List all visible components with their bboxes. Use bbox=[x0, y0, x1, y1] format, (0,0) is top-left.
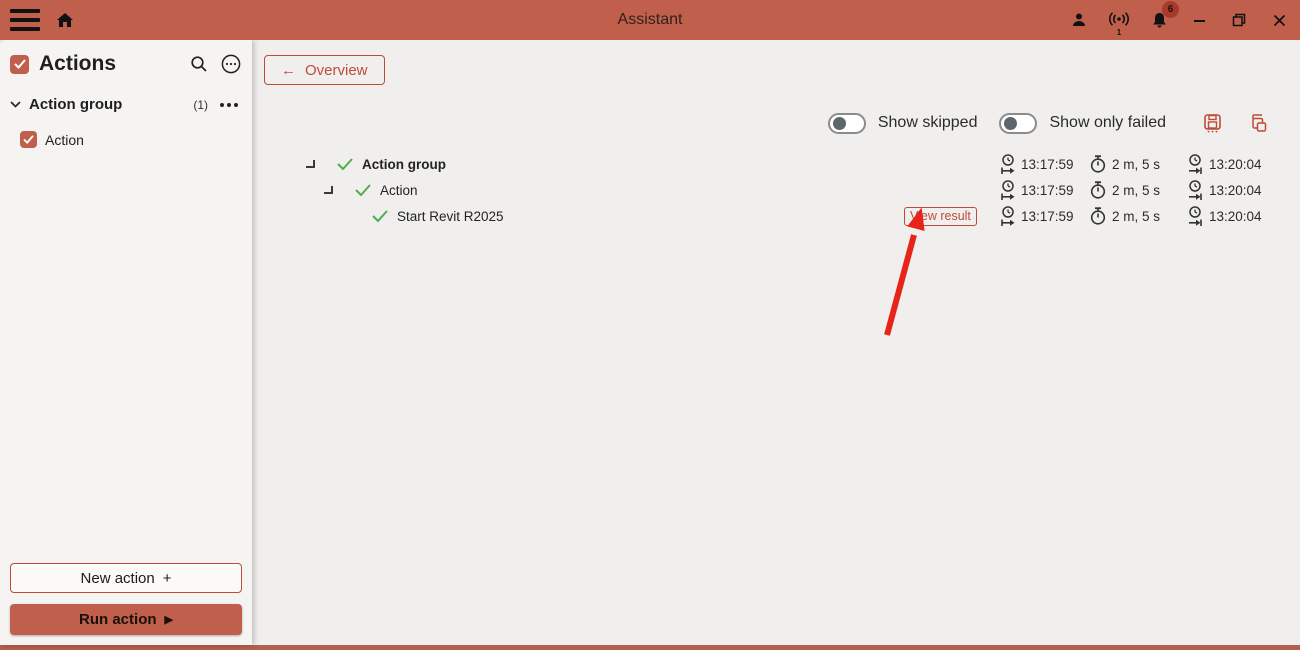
result-row-action-group: Action group 13:17:59 2 m, 5 s 13:20:04 bbox=[264, 151, 1268, 177]
results-panel: ← Overview Show skipped Show only failed bbox=[252, 40, 1300, 645]
show-skipped-label: Show skipped bbox=[877, 114, 978, 131]
success-check-icon bbox=[337, 158, 353, 170]
end-time: 13:20:04 bbox=[1188, 153, 1268, 175]
end-time-icon bbox=[1189, 205, 1202, 226]
show-only-failed-label: Show only failed bbox=[1049, 114, 1166, 131]
start-time-icon bbox=[1001, 205, 1015, 226]
sidebar-item-action[interactable]: Action bbox=[10, 131, 242, 148]
more-options-circle-icon[interactable] bbox=[220, 53, 242, 75]
minimize-icon[interactable] bbox=[1188, 9, 1210, 31]
notifications-bell-icon[interactable]: 6 bbox=[1148, 1, 1179, 31]
action-label: Action bbox=[45, 131, 84, 148]
duration: 2 m, 5 s bbox=[1090, 181, 1188, 199]
stopwatch-icon bbox=[1090, 155, 1106, 173]
user-icon[interactable] bbox=[1068, 9, 1090, 31]
view-result-button[interactable]: View result bbox=[904, 206, 977, 226]
collapse-icon[interactable] bbox=[306, 160, 315, 168]
actions-checkbox[interactable] bbox=[10, 54, 29, 74]
start-time-icon bbox=[1001, 179, 1015, 200]
result-row-action: Action 13:17:59 2 m, 5 s 13:20:04 bbox=[264, 177, 1268, 203]
hamburger-menu-icon[interactable] bbox=[10, 9, 40, 31]
restore-window-icon[interactable] bbox=[1228, 9, 1250, 31]
action-group-count: (1) bbox=[193, 97, 208, 112]
home-icon[interactable] bbox=[54, 9, 76, 31]
result-row-start-revit: Start Revit R2025 View result 13:17:59 2… bbox=[264, 203, 1268, 229]
start-time: 13:17:59 bbox=[1000, 205, 1090, 227]
row-label: Start Revit R2025 bbox=[397, 208, 504, 224]
back-to-overview-button[interactable]: ← Overview bbox=[264, 55, 385, 85]
row-label: Action group bbox=[362, 156, 446, 172]
success-check-icon bbox=[355, 184, 371, 196]
copy-results-icon[interactable] bbox=[1248, 113, 1268, 133]
duration: 2 m, 5 s bbox=[1090, 155, 1188, 173]
back-arrow-icon: ← bbox=[281, 61, 296, 79]
duration: 2 m, 5 s bbox=[1090, 207, 1188, 225]
end-time-icon bbox=[1189, 153, 1202, 174]
plus-icon: + bbox=[162, 569, 172, 587]
action-group-label: Action group bbox=[29, 96, 123, 113]
new-action-button[interactable]: New action + bbox=[10, 563, 242, 593]
end-time: 13:20:04 bbox=[1188, 205, 1268, 227]
row-label: Action bbox=[380, 182, 418, 198]
action-checkbox[interactable] bbox=[20, 131, 37, 148]
notification-badge: 6 bbox=[1162, 1, 1179, 18]
run-action-label: Run action bbox=[79, 611, 157, 628]
save-report-icon[interactable] bbox=[1202, 113, 1222, 133]
end-time-icon bbox=[1189, 179, 1202, 200]
new-action-label: New action bbox=[80, 569, 155, 587]
run-action-button[interactable]: Run action ▶ bbox=[10, 604, 242, 635]
titlebar: Assistant 1 6 bbox=[0, 0, 1300, 40]
chevron-down-icon[interactable] bbox=[10, 101, 21, 108]
sidebar-item-action-group[interactable]: Action group (1) bbox=[10, 96, 242, 113]
collapse-icon[interactable] bbox=[324, 186, 333, 194]
actions-sidebar: Actions Action group (1) Action New acti… bbox=[0, 40, 252, 645]
play-icon: ▶ bbox=[164, 614, 173, 626]
group-menu-icon[interactable] bbox=[220, 102, 238, 107]
start-time: 13:17:59 bbox=[1000, 153, 1090, 175]
close-icon[interactable] bbox=[1268, 9, 1290, 31]
start-time-icon bbox=[1001, 153, 1015, 174]
broadcast-icon[interactable]: 1 bbox=[1108, 9, 1130, 37]
start-time: 13:17:59 bbox=[1000, 179, 1090, 201]
show-only-failed-toggle[interactable] bbox=[999, 112, 1038, 134]
sidebar-title: Actions bbox=[39, 52, 117, 75]
broadcast-count: 1 bbox=[1116, 28, 1122, 37]
search-icon[interactable] bbox=[188, 53, 210, 75]
stopwatch-icon bbox=[1090, 181, 1106, 199]
success-check-icon bbox=[372, 210, 388, 222]
end-time: 13:20:04 bbox=[1188, 179, 1268, 201]
stopwatch-icon bbox=[1090, 207, 1106, 225]
overview-label: Overview bbox=[305, 61, 368, 79]
results-tree: Action group 13:17:59 2 m, 5 s 13:20:04 … bbox=[264, 151, 1268, 229]
show-skipped-toggle[interactable] bbox=[827, 112, 866, 134]
window-bottom-border bbox=[0, 645, 1300, 650]
